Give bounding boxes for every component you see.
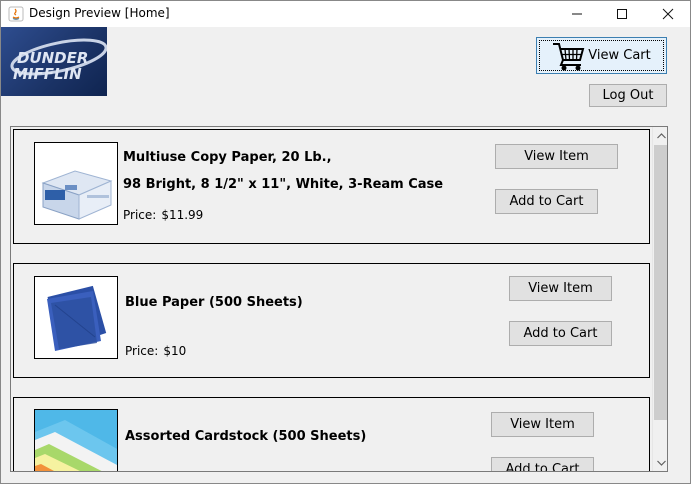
- view-item-button[interactable]: View Item: [495, 144, 618, 169]
- scroll-up-button[interactable]: [653, 127, 667, 144]
- close-icon: [662, 8, 674, 20]
- product-card: Multiuse Copy Paper, 20 Lb., 98 Bright, …: [13, 129, 650, 244]
- logout-button[interactable]: Log Out: [589, 84, 667, 107]
- product-image: [34, 276, 118, 359]
- product-price: Price: $11.99: [123, 208, 203, 222]
- window-title: Design Preview [Home]: [29, 6, 170, 20]
- minimize-icon: [572, 13, 582, 15]
- minimize-button[interactable]: [554, 1, 600, 27]
- product-price: Price: $10: [125, 344, 186, 358]
- app-window: Design Preview [Home] DUNDER MIFFLIN Vie…: [0, 0, 691, 484]
- scroll-thumb[interactable]: [654, 145, 667, 420]
- product-card: Blue Paper (500 Sheets) Price: $10 View I…: [13, 263, 650, 378]
- product-name: Assorted Cardstock (500 Sheets): [125, 429, 367, 444]
- add-to-cart-button[interactable]: Add to Cart: [491, 457, 594, 471]
- close-button[interactable]: [645, 1, 691, 27]
- view-cart-button[interactable]: View Cart: [536, 37, 667, 74]
- price-label: Price:: [123, 208, 157, 222]
- product-card: Assorted Cardstock (500 Sheets) View Ite…: [13, 397, 650, 471]
- product-image: [34, 142, 118, 225]
- view-cart-label: View Cart: [588, 48, 651, 63]
- java-app-icon: [8, 6, 24, 22]
- title-bar[interactable]: Design Preview [Home]: [1, 1, 690, 27]
- price-label: Price:: [125, 344, 159, 358]
- product-name: Multiuse Copy Paper, 20 Lb.,: [123, 150, 332, 165]
- scroll-down-button[interactable]: [653, 454, 667, 471]
- maximize-icon: [617, 9, 627, 19]
- view-item-button[interactable]: View Item: [509, 276, 612, 301]
- shopping-cart-icon: [553, 42, 585, 70]
- price-value: $10: [163, 344, 187, 358]
- company-logo: DUNDER MIFFLIN: [1, 27, 107, 96]
- add-to-cart-button[interactable]: Add to Cart: [495, 189, 598, 214]
- chevron-down-icon: [657, 460, 666, 466]
- view-item-button[interactable]: View Item: [491, 412, 594, 437]
- maximize-button[interactable]: [599, 1, 645, 27]
- svg-text:MIFFLIN: MIFFLIN: [13, 65, 82, 83]
- product-image: [34, 409, 118, 471]
- product-name-detail: 98 Bright, 8 1/2" x 11", White, 3-Ream C…: [123, 177, 444, 192]
- product-name: Blue Paper (500 Sheets): [125, 295, 303, 310]
- vertical-scrollbar[interactable]: [652, 127, 667, 471]
- chevron-up-icon: [657, 132, 666, 138]
- product-list[interactable]: Multiuse Copy Paper, 20 Lb., 98 Bright, …: [10, 126, 668, 472]
- price-value: $11.99: [161, 208, 204, 222]
- add-to-cart-button[interactable]: Add to Cart: [509, 321, 612, 346]
